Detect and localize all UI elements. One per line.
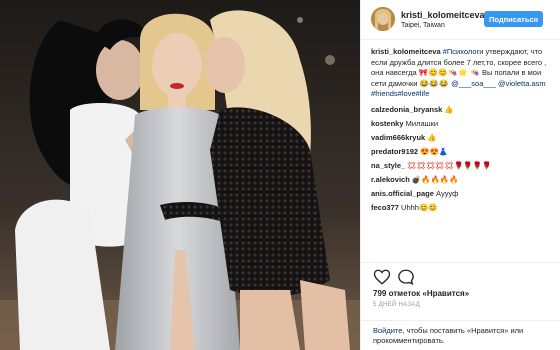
comment-username[interactable]: r.alekovich bbox=[371, 175, 410, 184]
location-link[interactable]: Taipei, Taiwan bbox=[401, 22, 445, 29]
comments-list: kristi_kolomeitceva #Психологи утверждаю… bbox=[371, 47, 555, 217]
comment: predator9192 😍😍👗 bbox=[371, 147, 555, 161]
comment-text: 💢💢💢💢💢🌹🌹🌹🌹 bbox=[407, 160, 492, 170]
comment-text: 😍😍👗 bbox=[420, 146, 449, 156]
comment-text: 💣🔥🔥🔥🔥 bbox=[411, 174, 459, 184]
hashtag-link[interactable]: #Психологи bbox=[443, 47, 484, 56]
post-timestamp: 5 ДНЕЙ НАЗАД bbox=[373, 302, 421, 308]
comment: kostenky Милашки bbox=[371, 119, 555, 133]
avatar[interactable] bbox=[371, 7, 395, 31]
comment-username[interactable]: feco377 bbox=[371, 203, 399, 212]
header-username[interactable]: kristi_kolomeitceva bbox=[401, 10, 485, 20]
comment: r.alekovich 💣🔥🔥🔥🔥 bbox=[371, 175, 555, 189]
comment: na_style_ 💢💢💢💢💢🌹🌹🌹🌹 bbox=[371, 161, 555, 175]
comment-text: Милашки bbox=[405, 118, 439, 128]
instagram-post: kristi_kolomeitceva Taipei, Taiwan Подпи… bbox=[0, 0, 560, 350]
comment-username[interactable]: vadim666kryuk bbox=[371, 133, 425, 142]
login-link[interactable]: Войдите bbox=[373, 326, 402, 335]
caption-emoji: 🎀😊😊👒🌟 bbox=[418, 68, 468, 77]
comment: anis.official_page Ауууф bbox=[371, 189, 555, 203]
comment-text: 👍 bbox=[427, 132, 437, 142]
mention-link[interactable]: @violetta.asm bbox=[498, 79, 546, 88]
login-prompt: Войдите, чтобы поставить «Нравится» или … bbox=[361, 320, 560, 350]
comment: calzedonia_bryansk 👍 bbox=[371, 105, 555, 119]
comment-username[interactable]: predator9192 bbox=[371, 147, 418, 156]
avatar-image bbox=[371, 7, 395, 31]
comment: feco377 Uhhh😊😊 bbox=[371, 203, 555, 217]
caption-emoji: 👒 bbox=[470, 68, 480, 77]
caption-emoji: 😂😂😂 bbox=[419, 78, 450, 88]
caption: kristi_kolomeitceva #Психологи утверждаю… bbox=[371, 47, 555, 100]
post-header: kristi_kolomeitceva Taipei, Taiwan Подпи… bbox=[361, 0, 560, 40]
comment-text: Uhhh😊😊 bbox=[401, 202, 438, 212]
comment: vadim666kryuk 👍 bbox=[371, 133, 555, 147]
comment-username[interactable]: na_style_ bbox=[371, 161, 405, 170]
comment-text: 👍 bbox=[444, 104, 454, 114]
post-actions: 799 отметок «Нравится» 5 ДНЕЙ НАЗАД bbox=[361, 262, 560, 320]
comment-text: Ауууф bbox=[436, 188, 459, 198]
comment-username[interactable]: calzedonia_bryansk bbox=[371, 105, 442, 114]
mention-link[interactable]: @___soa___ bbox=[451, 79, 496, 88]
comment-username[interactable]: kostenky bbox=[371, 119, 404, 128]
follow-button[interactable]: Подписаться bbox=[484, 11, 543, 27]
caption-username[interactable]: kristi_kolomeitceva bbox=[371, 47, 441, 56]
post-photo[interactable] bbox=[0, 0, 360, 350]
comment-username[interactable]: anis.official_page bbox=[371, 189, 434, 198]
heart-icon[interactable] bbox=[373, 268, 391, 286]
comment-icon[interactable] bbox=[397, 268, 415, 286]
post-image bbox=[0, 0, 360, 350]
hashtag-link[interactable]: #friends#love#life bbox=[371, 89, 429, 98]
post-sidebar: kristi_kolomeitceva Taipei, Taiwan Подпи… bbox=[360, 0, 560, 350]
likes-count[interactable]: 799 отметок «Нравится» bbox=[373, 289, 469, 298]
